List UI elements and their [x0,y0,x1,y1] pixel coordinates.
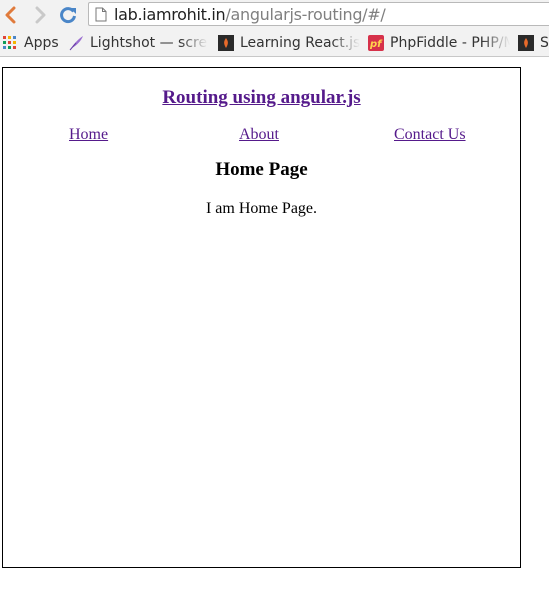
back-arrow-icon [5,6,16,24]
apps-grid-icon [2,35,18,51]
page-body-text: I am Home Page. [205,200,318,217]
bookmark-learning-react[interactable]: Learning React.js [218,33,360,53]
back-button[interactable] [0,4,22,26]
url-text: lab.iamrohit.in/angularjs-routing/#/ [114,5,386,24]
forward-button[interactable] [29,4,51,26]
bookmark-label: PhpFiddle - PHP/M [390,35,510,51]
nav-link-about[interactable]: About [239,126,279,144]
forward-arrow-icon [35,6,46,24]
url-host: lab.iamrohit.in [114,5,226,24]
bookmark-apps[interactable]: Apps [2,33,62,53]
bookmark-label: Learning React.js [240,35,360,51]
bookmark-overflow[interactable]: S [518,33,549,53]
bookmark-label: Apps [24,35,59,51]
bookmark-label: S [540,35,549,51]
site-title: Routing using angular.js [3,87,520,109]
bookmark-label: Lightshot — scre [90,35,208,51]
reload-button[interactable] [57,4,79,26]
page-heading: Home Page [215,159,308,180]
reload-icon [60,7,76,24]
nav-link-contact[interactable]: Contact Us [394,126,466,144]
content-container: Routing using angular.js Home About Cont… [2,67,521,568]
address-bar[interactable]: lab.iamrohit.in/angularjs-routing/#/ [88,2,549,26]
site-favicon-icon [518,35,534,51]
feather-icon [68,35,84,51]
url-path: /angularjs-routing/#/ [225,5,386,24]
bookmark-lightshot[interactable]: Lightshot — scre [68,33,208,53]
nav-link-home[interactable]: Home [69,126,108,144]
page-icon [95,7,107,27]
site-favicon-icon [218,35,234,51]
phpfiddle-icon: pf [368,35,384,51]
site-title-link[interactable]: Routing using angular.js [162,87,360,108]
bookmark-phpfiddle[interactable]: pf PhpFiddle - PHP/M [368,33,510,53]
bookmarks-bar: Apps Lightshot — scre Learning React.js … [0,30,549,57]
svg-text:pf: pf [369,39,383,50]
browser-toolbar: lab.iamrohit.in/angularjs-routing/#/ [0,0,549,30]
